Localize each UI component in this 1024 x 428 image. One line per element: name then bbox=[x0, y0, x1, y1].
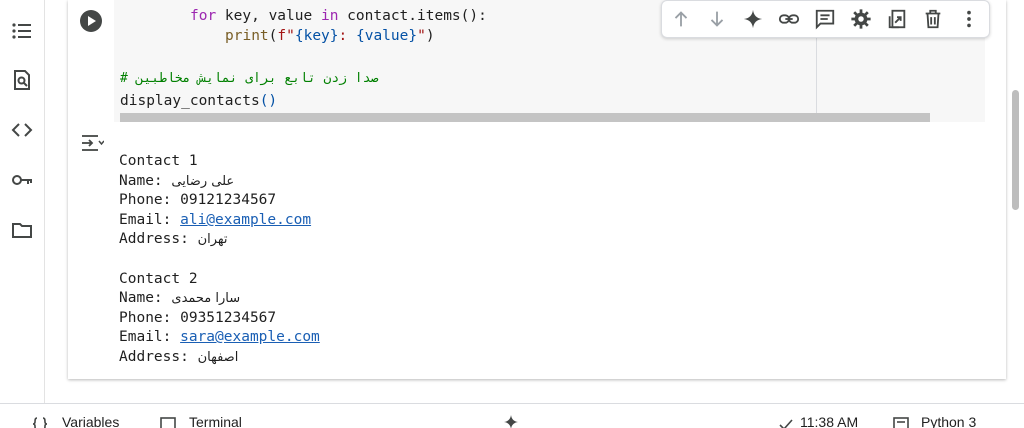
code-snippets-icon[interactable] bbox=[10, 118, 34, 142]
table-of-contents-icon[interactable] bbox=[10, 19, 34, 43]
secrets-key-icon[interactable] bbox=[10, 168, 34, 192]
code-comment: # صدا زدن تابع برای نمایش مخاطبین bbox=[120, 71, 379, 86]
files-folder-icon[interactable] bbox=[10, 218, 34, 242]
gemini-sparkle-icon[interactable] bbox=[741, 7, 765, 31]
contact2-name-row: Name: سارا محمدی bbox=[119, 290, 241, 307]
contact1-address: تهران bbox=[197, 232, 228, 248]
contact1-phone-row: Phone: 09121234567 bbox=[119, 192, 277, 209]
contact2-phone-row: Phone: 09351234567 bbox=[119, 309, 277, 326]
contact1-name-row: Name: علی رضایی bbox=[119, 172, 235, 189]
code-line-call: display_contacts() bbox=[120, 93, 278, 109]
settings-gear-icon[interactable] bbox=[849, 7, 873, 31]
contact1-address-row: Address: تهران bbox=[119, 231, 228, 248]
vertical-scrollbar[interactable] bbox=[1012, 90, 1019, 210]
output-blank-line bbox=[119, 250, 320, 270]
contact1-name: علی رضایی bbox=[171, 173, 235, 189]
run-cell-button[interactable] bbox=[80, 10, 102, 32]
output-actions-icon[interactable] bbox=[80, 133, 105, 153]
contact2-address: اصفهان bbox=[197, 349, 239, 365]
terminal-icon bbox=[160, 417, 176, 428]
delete-cell-icon[interactable] bbox=[921, 7, 945, 31]
contact1-email-row: Email: ali@example.com bbox=[119, 211, 312, 228]
runtime-status[interactable]: Python 3 bbox=[921, 414, 976, 428]
more-actions-icon[interactable] bbox=[957, 7, 981, 31]
variables-icon bbox=[32, 417, 48, 428]
status-time: 11:38 AM bbox=[800, 414, 859, 428]
code-line-print: print(f"{key}: {value}") bbox=[225, 28, 435, 44]
move-cell-up-icon[interactable] bbox=[669, 7, 693, 31]
contact2-email-link[interactable]: sara@example.com bbox=[180, 329, 320, 345]
status-check-icon bbox=[779, 419, 793, 428]
cell-toolbar bbox=[661, 0, 990, 38]
code-line-for: for key, value in contact.items(): bbox=[190, 8, 487, 24]
contact2-name: سارا محمدی bbox=[171, 291, 241, 307]
move-cell-down-icon[interactable] bbox=[705, 7, 729, 31]
horizontal-scrollbar[interactable] bbox=[120, 113, 930, 122]
find-icon[interactable] bbox=[10, 68, 34, 92]
cell-output: Contact 1 Name: علی رضایی Phone: 0912123… bbox=[119, 152, 320, 368]
code-cell[interactable]: ✓ 0s for key, value in contact.items(): … bbox=[68, 0, 1006, 379]
copy-link-icon[interactable] bbox=[777, 7, 801, 31]
status-bar: Variables Terminal 11:38 AM Python 3 bbox=[0, 403, 1024, 428]
terminal-button[interactable]: Terminal bbox=[189, 414, 242, 428]
contact1-email-link[interactable]: ali@example.com bbox=[180, 212, 311, 228]
contact1-title: Contact 1 bbox=[119, 153, 198, 169]
left-sidebar bbox=[0, 0, 45, 403]
runtime-icon bbox=[893, 417, 909, 428]
contact2-phone: 09351234567 bbox=[180, 309, 277, 326]
contact1-phone: 09121234567 bbox=[180, 192, 277, 209]
contact2-title: Contact 2 bbox=[119, 270, 198, 287]
gemini-status-icon[interactable] bbox=[503, 414, 519, 428]
contact2-email-row: Email: sara@example.com bbox=[119, 329, 320, 346]
add-comment-icon[interactable] bbox=[813, 7, 837, 31]
mirror-cell-icon[interactable] bbox=[885, 7, 909, 31]
contact2-address-row: Address: اصفهان bbox=[119, 348, 239, 365]
variables-button[interactable]: Variables bbox=[62, 414, 119, 428]
